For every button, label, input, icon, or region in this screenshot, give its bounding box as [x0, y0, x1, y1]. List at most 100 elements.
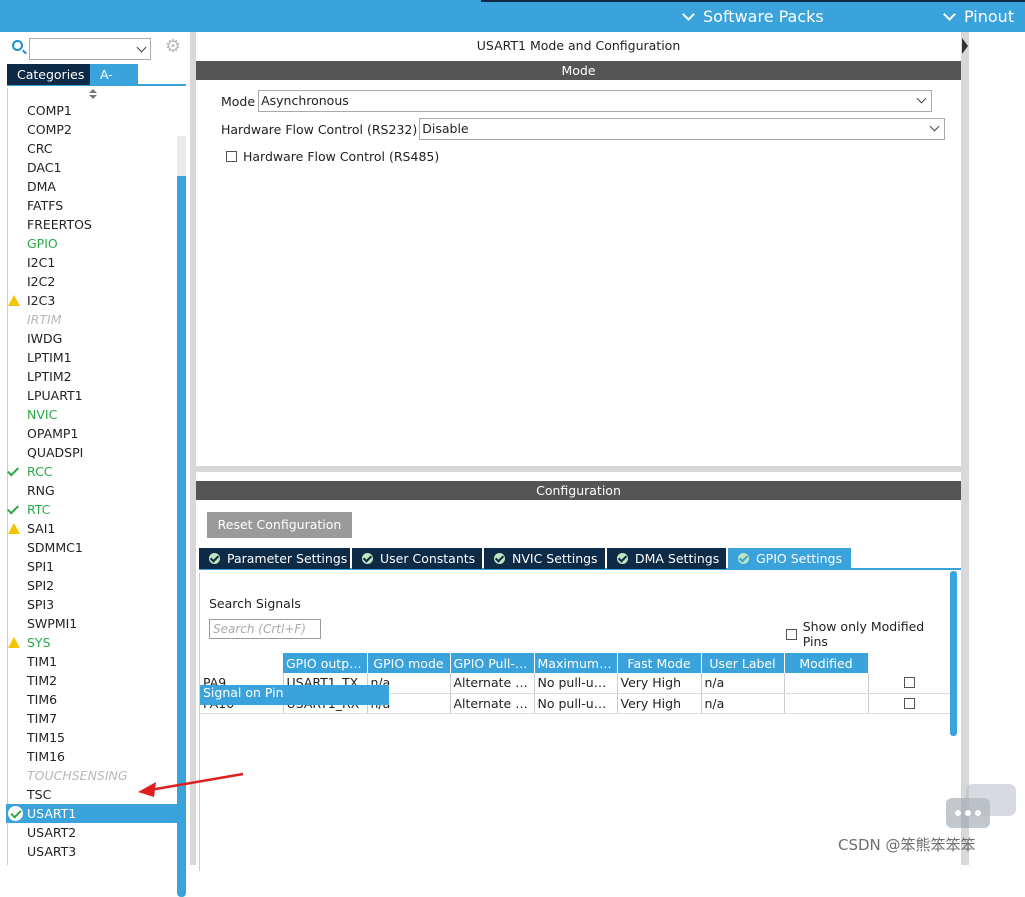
tab-gpio-settings[interactable]: GPIO Settings: [728, 548, 851, 569]
component-item-rcc[interactable]: RCC: [0, 462, 177, 481]
component-item-i2c3[interactable]: I2C3: [0, 291, 177, 310]
component-item-label: SAI1: [27, 521, 56, 536]
component-item-i2c1[interactable]: I2C1: [0, 253, 177, 272]
component-item-rtc[interactable]: RTC: [0, 500, 177, 519]
component-item-tim1[interactable]: TIM1: [0, 652, 177, 671]
mode-select[interactable]: Asynchronous: [258, 90, 933, 112]
table-header-row: Pin NameSignal on PinGPIO outpu...GPIO m…: [200, 653, 950, 705]
component-item-dma[interactable]: DMA: [0, 177, 177, 196]
component-item-sys[interactable]: SYS: [0, 633, 177, 652]
mode-label: Mode: [221, 93, 256, 109]
component-item-spi1[interactable]: SPI1: [0, 557, 177, 576]
pinout-view-area: [969, 32, 1025, 865]
reset-configuration-button[interactable]: Reset Configuration: [207, 512, 352, 538]
component-item-tim7[interactable]: TIM7: [0, 709, 177, 728]
column-header[interactable]: GPIO mode: [367, 653, 451, 673]
component-item-label: COMP2: [27, 122, 72, 137]
software-packs-menu[interactable]: Software Packs: [682, 7, 824, 26]
component-item-opamp1[interactable]: OPAMP1: [0, 424, 177, 443]
right-splitter[interactable]: [961, 32, 969, 865]
tab-parameter-settings[interactable]: Parameter Settings: [199, 548, 350, 569]
component-item-fatfs[interactable]: FATFS: [0, 196, 177, 215]
collapse-arrow-icon[interactable]: [962, 38, 968, 54]
component-item-crc[interactable]: CRC: [0, 139, 177, 158]
modified-checkbox[interactable]: [903, 697, 915, 709]
pinout-menu[interactable]: Pinout: [943, 7, 1014, 26]
tab-dma-settings[interactable]: DMA Settings: [607, 548, 726, 569]
tab-nvic-settings[interactable]: NVIC Settings: [484, 548, 605, 569]
show-modified-checkbox[interactable]: [786, 628, 797, 640]
component-item-label: SPI3: [27, 597, 55, 612]
table-cell: No pull-up ...: [534, 693, 618, 714]
table-cell: Very High: [617, 693, 702, 714]
component-item-lptim2[interactable]: LPTIM2: [0, 367, 177, 386]
component-item-irtim[interactable]: IRTIM: [0, 310, 177, 329]
component-item-quadspi[interactable]: QUADSPI: [0, 443, 177, 462]
component-item-dac1[interactable]: DAC1: [0, 158, 177, 177]
component-item-label: NVIC: [27, 407, 58, 422]
component-search-input[interactable]: [29, 38, 151, 60]
component-item-label: QUADSPI: [27, 445, 84, 460]
modified-cell[interactable]: [868, 673, 951, 694]
component-item-label: SPI1: [27, 559, 55, 574]
component-item-tim16[interactable]: TIM16: [0, 747, 177, 766]
column-header[interactable]: Fast Mode: [617, 653, 702, 673]
component-item-tsc[interactable]: TSC: [0, 785, 177, 804]
tab-label: User Constants: [380, 551, 476, 566]
component-item-freertos[interactable]: FREERTOS: [0, 215, 177, 234]
component-item-sdmmc1[interactable]: SDMMC1: [0, 538, 177, 557]
column-header[interactable]: Maximum o...: [534, 653, 618, 673]
component-item-label: DMA: [27, 179, 56, 194]
component-item-usart1[interactable]: USART1: [6, 804, 177, 823]
modified-cell[interactable]: [868, 693, 951, 714]
top-toolbar: Software Packs Pinout: [0, 0, 1025, 32]
component-item-i2c2[interactable]: I2C2: [0, 272, 177, 291]
hfc232-select[interactable]: Disable: [419, 118, 946, 140]
component-item-label: COMP1: [27, 103, 72, 118]
column-header[interactable]: GPIO Pull-u...: [450, 653, 535, 673]
tab-user-constants[interactable]: User Constants: [352, 548, 482, 569]
column-header[interactable]: User Label: [701, 653, 785, 673]
tab-a-to-z[interactable]: A->Z: [90, 64, 138, 103]
watermark-text: CSDN @笨熊笨笨笨: [838, 836, 976, 854]
hfc232-label: Hardware Flow Control (RS232): [221, 121, 418, 137]
component-item-lptim1[interactable]: LPTIM1: [0, 348, 177, 367]
component-item-spi2[interactable]: SPI2: [0, 576, 177, 595]
modified-checkbox[interactable]: [903, 677, 915, 689]
check-circle-icon: [494, 553, 505, 564]
gpio-table-scrollbar[interactable]: [950, 571, 957, 736]
component-item-comp2[interactable]: COMP2: [0, 120, 177, 139]
component-item-tim2[interactable]: TIM2: [0, 671, 177, 690]
component-list-scrollbar[interactable]: [177, 136, 186, 897]
component-item-spi3[interactable]: SPI3: [0, 595, 177, 614]
component-item-rng[interactable]: RNG: [0, 481, 177, 500]
component-item-label: IRTIM: [27, 312, 62, 327]
component-item-iwdg[interactable]: IWDG: [0, 329, 177, 348]
gear-icon[interactable]: ⚙: [164, 38, 182, 56]
component-item-gpio[interactable]: GPIO: [0, 234, 177, 253]
component-item-nvic[interactable]: NVIC: [0, 405, 177, 424]
sort-icon[interactable]: [89, 88, 99, 100]
component-item-sai1[interactable]: SAI1: [0, 519, 177, 538]
chevron-down-icon[interactable]: [136, 42, 147, 53]
scrollbar-track[interactable]: [177, 136, 186, 176]
search-signals-input[interactable]: Search (Crtl+F): [209, 619, 321, 639]
hfc485-checkbox[interactable]: [226, 151, 237, 162]
component-item-swpmi1[interactable]: SWPMI1: [0, 614, 177, 633]
tab-categories[interactable]: Categories: [7, 64, 90, 85]
column-header[interactable]: GPIO outpu...: [283, 653, 368, 673]
component-item-usart3[interactable]: USART3: [0, 842, 177, 861]
component-item-lpuart1[interactable]: LPUART1: [0, 386, 177, 405]
component-item-tim6[interactable]: TIM6: [0, 690, 177, 709]
warning-icon: [8, 637, 20, 648]
component-item-usart2[interactable]: USART2: [0, 823, 177, 842]
column-header[interactable]: Modified: [784, 653, 869, 673]
component-item-touchsensing[interactable]: TOUCHSENSING: [0, 766, 177, 785]
show-modified-label: Show only Modified Pins: [802, 619, 925, 649]
check-circle-icon: [738, 553, 749, 564]
component-item-tim15[interactable]: TIM15: [0, 728, 177, 747]
show-modified-row: Show only Modified Pins: [786, 619, 949, 649]
table-cell: [784, 693, 869, 714]
component-item-comp1[interactable]: COMP1: [0, 101, 177, 120]
column-header[interactable]: Signal on Pin: [200, 685, 390, 705]
